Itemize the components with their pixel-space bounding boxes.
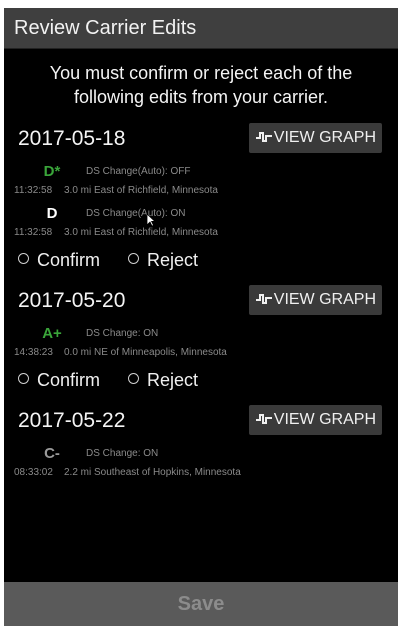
save-label: Save (177, 593, 225, 615)
view-graph-button[interactable]: VIEW GRAPH (248, 285, 382, 315)
instructions-text: You must confirm or reject each of the f… (49, 63, 353, 107)
edit-event: D* DS Change(Auto): OFF 11:32:58 3.0 mi … (4, 161, 398, 203)
group-date: 2017-05-22 (18, 409, 126, 432)
event-grade: C- (44, 445, 60, 462)
group-date: 2017-05-18 (18, 127, 126, 150)
view-graph-label: VIEW GRAPH (273, 291, 376, 308)
edit-event: D DS Change(Auto): ON 11:32:58 3.0 mi Ea… (4, 203, 398, 245)
confirm-radio[interactable]: Confirm (18, 370, 100, 391)
radio-circle-icon (18, 253, 29, 264)
event-type: DS Change: ON (86, 448, 159, 459)
event-location: 0.0 mi NE of Minneapolis, Minnesota (64, 347, 227, 358)
app-frame: Review Carrier Edits You must confirm or… (4, 8, 398, 626)
date-header: 2017-05-20 VIEW GRAPH (4, 283, 398, 323)
confirm-reject-row: Confirm Reject (4, 365, 398, 399)
graph-icon (255, 294, 272, 304)
radio-circle-icon (128, 373, 139, 384)
view-graph-button[interactable]: VIEW GRAPH (248, 405, 382, 435)
event-type: DS Change: ON (86, 328, 159, 339)
event-location: 3.0 mi East of Richfield, Minnesota (64, 227, 218, 238)
event-type: DS Change(Auto): ON (86, 208, 186, 219)
edit-event: A+ DS Change: ON 14:38:23 0.0 mi NE of M… (4, 323, 398, 365)
date-header: 2017-05-18 VIEW GRAPH (4, 121, 398, 161)
page-title: Review Carrier Edits (14, 17, 197, 39)
mouse-cursor-icon (146, 213, 156, 227)
event-location: 3.0 mi East of Richfield, Minnesota (64, 185, 218, 196)
edit-group: 2017-05-18 VIEW GRAPH D* DS Change(Auto)… (4, 121, 398, 279)
group-date: 2017-05-20 (18, 289, 126, 312)
edit-group: 2017-05-22 VIEW GRAPH C- DS Change: ON 0… (4, 403, 398, 485)
event-type: DS Change(Auto): OFF (86, 166, 191, 177)
reject-radio[interactable]: Reject (128, 250, 198, 271)
confirm-radio[interactable]: Confirm (18, 250, 100, 271)
edits-list[interactable]: You must confirm or reject each of the f… (4, 49, 398, 582)
reject-radio[interactable]: Reject (128, 370, 198, 391)
radio-circle-icon (18, 373, 29, 384)
graph-icon (255, 132, 272, 142)
edit-group: 2017-05-20 VIEW GRAPH A+ DS Change: ON 1… (4, 283, 398, 399)
view-graph-button[interactable]: VIEW GRAPH (248, 123, 382, 153)
save-button[interactable]: Save (4, 582, 398, 626)
title-bar: Review Carrier Edits (4, 8, 398, 49)
reject-label: Reject (147, 250, 199, 270)
view-graph-label: VIEW GRAPH (273, 411, 376, 428)
event-time: 11:32:58 (14, 227, 53, 238)
event-time: 11:32:58 (14, 185, 53, 196)
event-time: 14:38:23 (14, 347, 53, 358)
event-grade: D (46, 205, 58, 222)
view-graph-label: VIEW GRAPH (273, 129, 376, 146)
radio-circle-icon (128, 253, 139, 264)
date-header: 2017-05-22 VIEW GRAPH (4, 403, 398, 443)
event-location: 2.2 mi Southeast of Hopkins, Minnesota (64, 467, 241, 478)
reject-label: Reject (147, 370, 199, 390)
confirm-reject-row: Confirm Reject (4, 245, 398, 279)
confirm-label: Confirm (37, 250, 101, 270)
confirm-label: Confirm (37, 370, 101, 390)
event-grade: D* (43, 163, 61, 180)
graph-icon (255, 414, 272, 424)
event-grade: A+ (42, 325, 62, 342)
event-time: 08:33:02 (14, 467, 53, 478)
edit-event: C- DS Change: ON 08:33:02 2.2 mi Southea… (4, 443, 398, 485)
